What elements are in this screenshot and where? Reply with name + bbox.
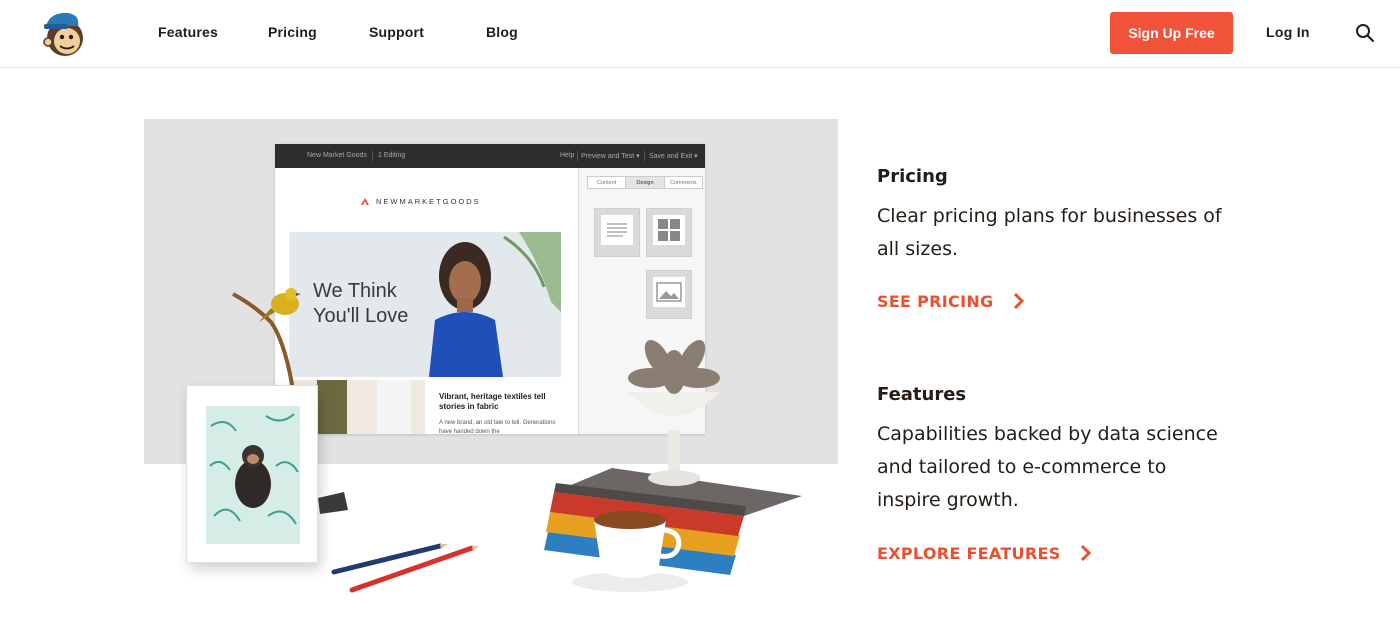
text-lines-icon: [607, 223, 627, 237]
text-block-tile: [594, 208, 640, 257]
email-hero-banner: We Think You'll Love: [289, 232, 561, 377]
editor-help: Help: [560, 152, 575, 159]
frame-stand-shadow: [318, 492, 348, 514]
log-in-link[interactable]: Log In: [1266, 24, 1310, 40]
explore-features-label: EXPLORE FEATURES: [877, 544, 1061, 563]
nav-features[interactable]: Features: [158, 24, 218, 40]
see-pricing-link[interactable]: SEE PRICING: [877, 292, 1025, 311]
pricing-section: Pricing Clear pricing plans for business…: [877, 166, 1237, 266]
sign-up-free-button[interactable]: Sign Up Free: [1110, 12, 1233, 54]
email-canvas: NEWMARKETGOODS We Think You'll Love Vibr…: [275, 168, 578, 434]
explore-features-link[interactable]: EXPLORE FEATURES: [877, 544, 1092, 563]
chevron-right-icon: [1014, 292, 1025, 310]
image-block-tile: [646, 270, 692, 319]
pricing-description: Clear pricing plans for businesses of al…: [877, 205, 1222, 260]
features-title: Features: [877, 384, 967, 405]
picture-frame-illustration: [186, 385, 318, 563]
tab-comments: Comments: [670, 179, 697, 186]
tab-content: Content: [588, 177, 627, 188]
bird-on-branch-illustration: [232, 288, 301, 391]
editor-status: 1 Editing: [378, 152, 406, 159]
search-icon[interactable]: [1355, 23, 1375, 43]
nav-support[interactable]: Support: [369, 24, 424, 40]
see-pricing-label: SEE PRICING: [877, 292, 994, 311]
top-nav-bar: Features Pricing Support Blog Sign Up Fr…: [0, 0, 1400, 68]
editor-tabs: Content Design Comments: [587, 176, 703, 189]
features-section: Features Capabilities backed by data sci…: [877, 384, 1237, 517]
banner-headline-line2: You'll Love: [313, 305, 409, 327]
editor-campaign-name: New Market Goods: [307, 152, 367, 159]
banner-headline: We Think You'll Love: [313, 279, 408, 329]
nav-pricing[interactable]: Pricing: [268, 24, 317, 40]
features-description: Capabilities backed by data science and …: [877, 423, 1218, 511]
image-placeholder-icon: [656, 282, 682, 302]
nav-blog[interactable]: Blog: [486, 24, 518, 40]
banner-headline-line1: We Think: [313, 280, 397, 302]
social-icons-icon: [658, 219, 680, 241]
mailchimp-logo-icon[interactable]: [40, 10, 90, 58]
chevron-right-icon: [1081, 544, 1092, 562]
email-brand-name: NEWMARKETGOODS: [376, 197, 481, 206]
brand-mark-icon: [361, 198, 369, 205]
tab-design: Design: [626, 177, 665, 188]
social-block-tile: [646, 208, 692, 257]
pencils-illustration: [331, 543, 479, 593]
editor-preview: Preview and Test ▾: [581, 153, 640, 160]
books-plant-coffee-illustration: [544, 339, 802, 592]
editor-save: Save and Exit ▾: [649, 153, 698, 160]
pricing-title: Pricing: [877, 166, 948, 187]
editor-toolbar: New Market Goods 1 Editing Help Preview …: [275, 144, 705, 168]
